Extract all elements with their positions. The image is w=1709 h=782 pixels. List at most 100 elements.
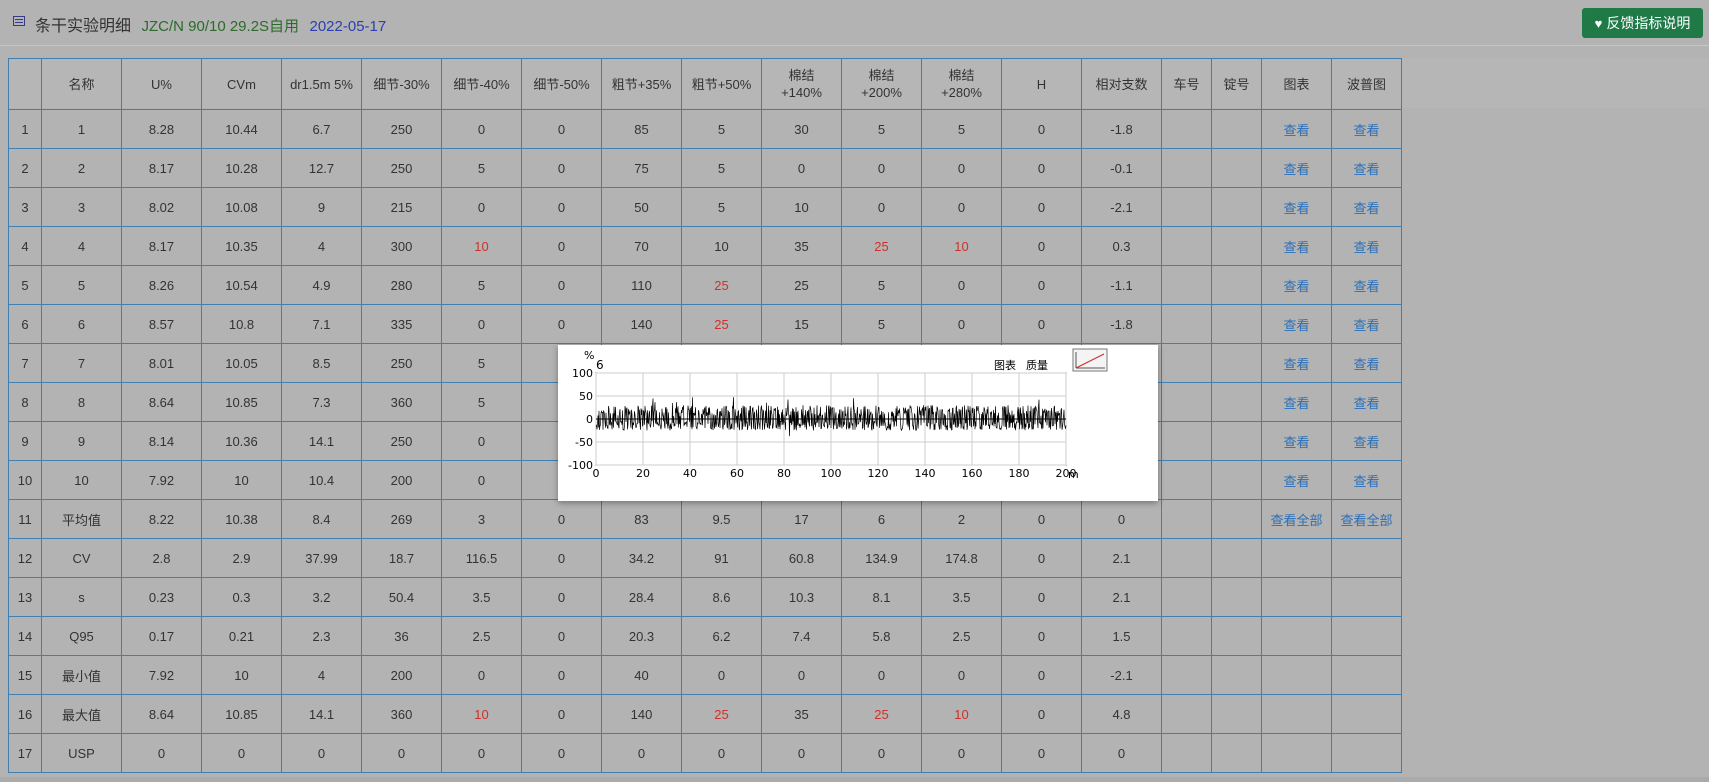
y-tick-label: 100 <box>572 367 593 380</box>
cell-wave[interactable]: 查看 <box>1331 187 1402 227</box>
view-chart-link[interactable]: 查看 <box>1283 396 1309 411</box>
cell-spindle <box>1211 226 1262 266</box>
view-chart-link[interactable]: 查看 <box>1283 318 1309 333</box>
cell-wave[interactable]: 查看 <box>1331 304 1402 344</box>
view-chart-link[interactable]: 查看 <box>1283 435 1309 450</box>
cell-t50: 0 <box>521 304 602 344</box>
y-unit-label: % <box>584 349 594 362</box>
table-row: 12 CV 2.8 2.9 37.99 18.7 116.5 0 34.2 91 60.8 134.9… <box>8 538 1402 578</box>
cell-n140: 15 <box>761 304 842 344</box>
cell-chart[interactable]: 查看 <box>1261 148 1332 188</box>
cell-dr: 8.5 <box>281 343 362 383</box>
cell-name: 4 <box>41 226 122 266</box>
cell-spindle <box>1211 616 1262 656</box>
cell-chart[interactable]: 查看 <box>1261 382 1332 422</box>
cell-idx: 11 <box>8 499 42 539</box>
view-wave-link[interactable]: 查看 <box>1353 435 1379 450</box>
cell-t40: 10 <box>441 694 522 734</box>
cell-wave[interactable]: 查看 <box>1331 382 1402 422</box>
cell-u: 8.01 <box>121 343 202 383</box>
column-header: 名称 <box>41 58 122 110</box>
cell-wave <box>1331 694 1402 734</box>
column-header: 车号 <box>1161 58 1212 110</box>
cell-chart[interactable]: 查看 <box>1261 421 1332 461</box>
cell-chart[interactable]: 查看 <box>1261 265 1332 305</box>
cell-spindle <box>1211 187 1262 227</box>
cell-chart[interactable]: 查看 <box>1261 343 1332 383</box>
view-wave-link[interactable]: 查看 <box>1353 162 1379 177</box>
tab-chart: 图表 <box>994 358 1016 372</box>
cell-h: 0 <box>1001 538 1082 578</box>
cell-chart[interactable]: 查看全部 <box>1261 499 1332 539</box>
view-chart-link[interactable]: 查看全部 <box>1270 513 1322 528</box>
x-tick-label: 180 <box>1009 467 1030 480</box>
view-wave-link[interactable]: 查看 <box>1353 279 1379 294</box>
cell-t40: 0 <box>441 460 522 500</box>
cell-u: 0 <box>121 733 202 773</box>
cell-t40: 10 <box>441 226 522 266</box>
cell-t40: 2.5 <box>441 616 522 656</box>
cell-chart[interactable]: 查看 <box>1261 187 1332 227</box>
cell-wave[interactable]: 查看全部 <box>1331 499 1402 539</box>
cell-n280: 0 <box>921 265 1002 305</box>
feedback-button[interactable]: ♥ 反馈指标说明 <box>1582 8 1703 38</box>
cell-name: 最小值 <box>41 655 122 695</box>
view-wave-link[interactable]: 查看 <box>1353 201 1379 216</box>
cell-dr: 2.3 <box>281 616 362 656</box>
cell-t50: 0 <box>521 109 602 149</box>
cell-t50: 0 <box>521 538 602 578</box>
cell-wave[interactable]: 查看 <box>1331 109 1402 149</box>
cell-k50: 8.6 <box>681 577 762 617</box>
cell-n280: 3.5 <box>921 577 1002 617</box>
view-chart-link[interactable]: 查看 <box>1283 357 1309 372</box>
cell-car <box>1161 304 1212 344</box>
cell-spindle <box>1211 382 1262 422</box>
view-wave-link[interactable]: 查看 <box>1353 474 1379 489</box>
cell-idx: 15 <box>8 655 42 695</box>
cell-chart <box>1261 733 1332 773</box>
view-wave-link[interactable]: 查看 <box>1353 357 1379 372</box>
cell-idx: 2 <box>8 148 42 188</box>
cell-chart <box>1261 694 1332 734</box>
tab-quality: 质量 <box>1026 359 1048 372</box>
view-chart-link[interactable]: 查看 <box>1283 123 1309 138</box>
table-row: 1 1 8.28 10.44 6.7 250 0 0 85 5 30 5 5 0 -1.8 查看 查看 <box>8 109 1402 149</box>
cell-dr: 14.1 <box>281 421 362 461</box>
cell-t50: 0 <box>521 655 602 695</box>
column-header: 相对支数 <box>1081 58 1162 110</box>
view-chart-link[interactable]: 查看 <box>1283 279 1309 294</box>
cell-u: 8.28 <box>121 109 202 149</box>
cell-wave[interactable]: 查看 <box>1331 460 1402 500</box>
view-chart-link[interactable]: 查看 <box>1283 474 1309 489</box>
cell-wave[interactable]: 查看 <box>1331 265 1402 305</box>
cell-cvm: 0.3 <box>201 577 282 617</box>
cell-wave[interactable]: 查看 <box>1331 421 1402 461</box>
cell-u: 8.64 <box>121 382 202 422</box>
view-chart-link[interactable]: 查看 <box>1283 240 1309 255</box>
cell-t40: 3.5 <box>441 577 522 617</box>
view-wave-link[interactable]: 查看 <box>1353 123 1379 138</box>
cell-wave[interactable]: 查看 <box>1331 343 1402 383</box>
cell-chart[interactable]: 查看 <box>1261 460 1332 500</box>
cell-wave[interactable]: 查看 <box>1331 148 1402 188</box>
cell-wave[interactable]: 查看 <box>1331 226 1402 266</box>
cell-cvm: 0 <box>201 733 282 773</box>
cell-n140: 0 <box>761 655 842 695</box>
view-wave-link[interactable]: 查看 <box>1353 318 1379 333</box>
cell-chart[interactable]: 查看 <box>1261 226 1332 266</box>
cell-t30: 18.7 <box>361 538 442 578</box>
cell-u: 8.26 <box>121 265 202 305</box>
cell-chart[interactable]: 查看 <box>1261 109 1332 149</box>
cell-h: 0 <box>1001 733 1082 773</box>
view-chart-link[interactable]: 查看 <box>1283 201 1309 216</box>
cell-car <box>1161 343 1212 383</box>
cell-n140: 25 <box>761 265 842 305</box>
view-wave-link[interactable]: 查看 <box>1353 240 1379 255</box>
cell-cvm: 10.28 <box>201 148 282 188</box>
view-wave-link[interactable]: 查看全部 <box>1340 513 1392 528</box>
column-header: 棉结 +200% <box>841 58 922 110</box>
view-wave-link[interactable]: 查看 <box>1353 396 1379 411</box>
cell-u: 8.17 <box>121 226 202 266</box>
view-chart-link[interactable]: 查看 <box>1283 162 1309 177</box>
cell-chart[interactable]: 查看 <box>1261 304 1332 344</box>
